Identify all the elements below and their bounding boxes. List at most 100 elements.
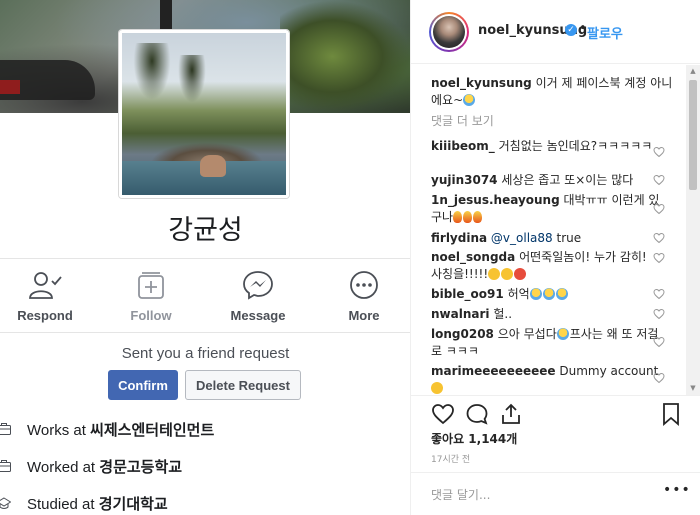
more-circle-icon [350,271,378,299]
scared-emoji-icon [542,288,555,300]
load-more-comments[interactable]: 댓글 더 보기 [431,112,494,129]
comment-username[interactable]: marimeeeeeeeeee [431,364,556,378]
post-header: noel_kyunsung ✓ • 팔로우 [411,0,700,64]
like-heart-icon[interactable] [431,402,455,426]
comment-username[interactable]: kiiibeom_ [431,139,495,153]
respond-button[interactable]: Respond [0,268,90,328]
about-prefix: Studied at [27,495,99,513]
comments-list: noel_kyunsung 이거 제 페이스북 계정 아니에요~ 댓글 더 보기… [411,64,700,394]
crying-emoji-icon [488,268,501,280]
post-timestamp: 17시간 전 [431,455,471,465]
like-comment-heart-icon[interactable] [653,232,665,244]
fb-profile-picture [119,30,289,198]
comment: firlydina @v_olla88 true [431,230,661,247]
verified-badge-icon: ✓ [565,24,577,36]
graduation-cap-icon [0,497,11,509]
messenger-icon [243,271,273,300]
about-work: Works at 씨제스엔터테인먼트 [0,411,410,447]
comment: bible_oo91 허억 [431,286,661,303]
like-comment-heart-icon[interactable] [653,308,665,320]
briefcase-icon [0,423,11,435]
respond-label: Respond [17,308,73,323]
about-past-work: Worked at 경문고등학교 [0,448,410,484]
more-options-icon[interactable]: ••• [663,482,691,498]
about-work-place[interactable]: 씨제스엔터테인먼트 [90,422,214,439]
like-comment-heart-icon[interactable] [653,203,665,215]
message-button[interactable]: Message [213,268,303,328]
comment: 1n_jesus.heayoung 대박ㅠㅠ 이런게 있구나 [431,192,661,226]
scroll-up-arrow-icon[interactable]: ▲ [687,66,699,76]
about-prefix: Works at [27,421,91,439]
like-comment-heart-icon[interactable] [653,174,665,186]
comment-username[interactable]: noel_songda [431,250,515,264]
comment: kiiibeom_ 거침없는 놈인데요?ㅋㅋㅋㅋㅋ [431,138,661,155]
follow-plus-icon [138,272,164,299]
post-sidebar: noel_kyunsung ✓ • 팔로우 noel_kyunsung 이거 제… [411,0,700,515]
scroll-down-arrow-icon[interactable]: ▼ [687,383,699,393]
divider [0,332,410,333]
friend-request-text: Sent you a friend request [121,345,290,362]
delete-request-button[interactable]: Delete Request [185,370,301,400]
comment-text: 거침없는 놈인데요?ㅋㅋㅋㅋㅋ [498,139,653,153]
about-prefix: Worked at [27,458,100,476]
comment-input[interactable]: 댓글 달기... [431,486,490,503]
comment: noel_songda 어떤죽일놈이! 누가 감히! 사칭을!!!!! [431,249,661,283]
comment-username[interactable]: 1n_jesus.heayoung [431,193,560,207]
scared-emoji-icon [555,288,568,300]
scared-emoji-icon [529,288,542,300]
comment-mention[interactable]: @v_olla88 [491,231,553,245]
comment-username[interactable]: nwalnari [431,307,490,321]
follow-label: Follow [130,308,172,323]
like-comment-heart-icon[interactable] [653,288,665,300]
more-label: More [348,308,380,323]
about-school[interactable]: 경기대학교 [99,496,168,513]
post-image: 강균성 Respond Follow Message More Sent you… [0,0,411,515]
comment-bubble-icon[interactable] [465,402,489,426]
divider [0,258,410,259]
angry-emoji-icon [514,268,527,280]
like-comment-heart-icon[interactable] [653,336,665,348]
comment-text: true [556,231,582,245]
comment: marimeeeeeeeeee Dummy account [431,363,661,394]
comment-text: Dummy account [559,364,659,378]
crying-emoji-icon [501,268,514,280]
scared-emoji-icon [463,94,476,106]
more-button[interactable]: More [319,268,409,328]
comment: nwalnari 헐.. [431,306,661,323]
caption-username[interactable]: noel_kyunsung [431,76,532,90]
comment-username[interactable]: bible_oo91 [431,287,504,301]
fire-emoji-icon [453,211,463,223]
post-actions [411,395,700,431]
fire-emoji-icon [473,211,483,223]
avatar[interactable] [429,12,469,52]
comment-username[interactable]: yujin3074 [431,173,498,187]
confirm-button[interactable]: Confirm [108,370,178,400]
comment-text: 허억 [507,287,530,301]
fire-emoji-icon [463,211,473,223]
comment-text: 헐.. [493,307,513,321]
post-caption: noel_kyunsung 이거 제 페이스북 계정 아니에요~ [431,75,676,109]
comment-username[interactable]: firlydina [431,231,487,245]
comment-username[interactable]: long0208 [431,327,494,341]
separator: • [579,21,587,36]
bookmark-icon[interactable] [659,402,683,426]
person-check-icon [29,272,62,299]
like-comment-heart-icon[interactable] [653,146,665,158]
message-label: Message [230,308,286,323]
comment-text: 세상은 좁고 또×이는 많다 [501,173,634,187]
add-comment-bar: 댓글 달기... ••• [411,472,700,515]
follow-button[interactable]: Follow [106,268,196,328]
about-education: Studied at 경기대학교 [0,485,410,515]
like-comment-heart-icon[interactable] [653,372,665,384]
like-comment-heart-icon[interactable] [653,252,665,264]
share-upload-icon[interactable] [499,402,523,426]
briefcase-icon [0,460,11,472]
fb-action-bar: Respond Follow Message More [0,268,410,328]
sad-emoji-icon [431,382,443,394]
comment: long0208 으아 무섭다 프사는 왜 또 저걸로 ㅋㅋㅋ [431,326,661,360]
follow-link[interactable]: 팔로우 [587,23,623,42]
about-past-work-place[interactable]: 경문고등학교 [99,459,182,476]
scrollbar-thumb[interactable] [689,80,697,190]
comment-text: 으아 무섭다 [497,327,557,341]
likes-count[interactable]: 좋아요 1,144개 [431,430,517,447]
